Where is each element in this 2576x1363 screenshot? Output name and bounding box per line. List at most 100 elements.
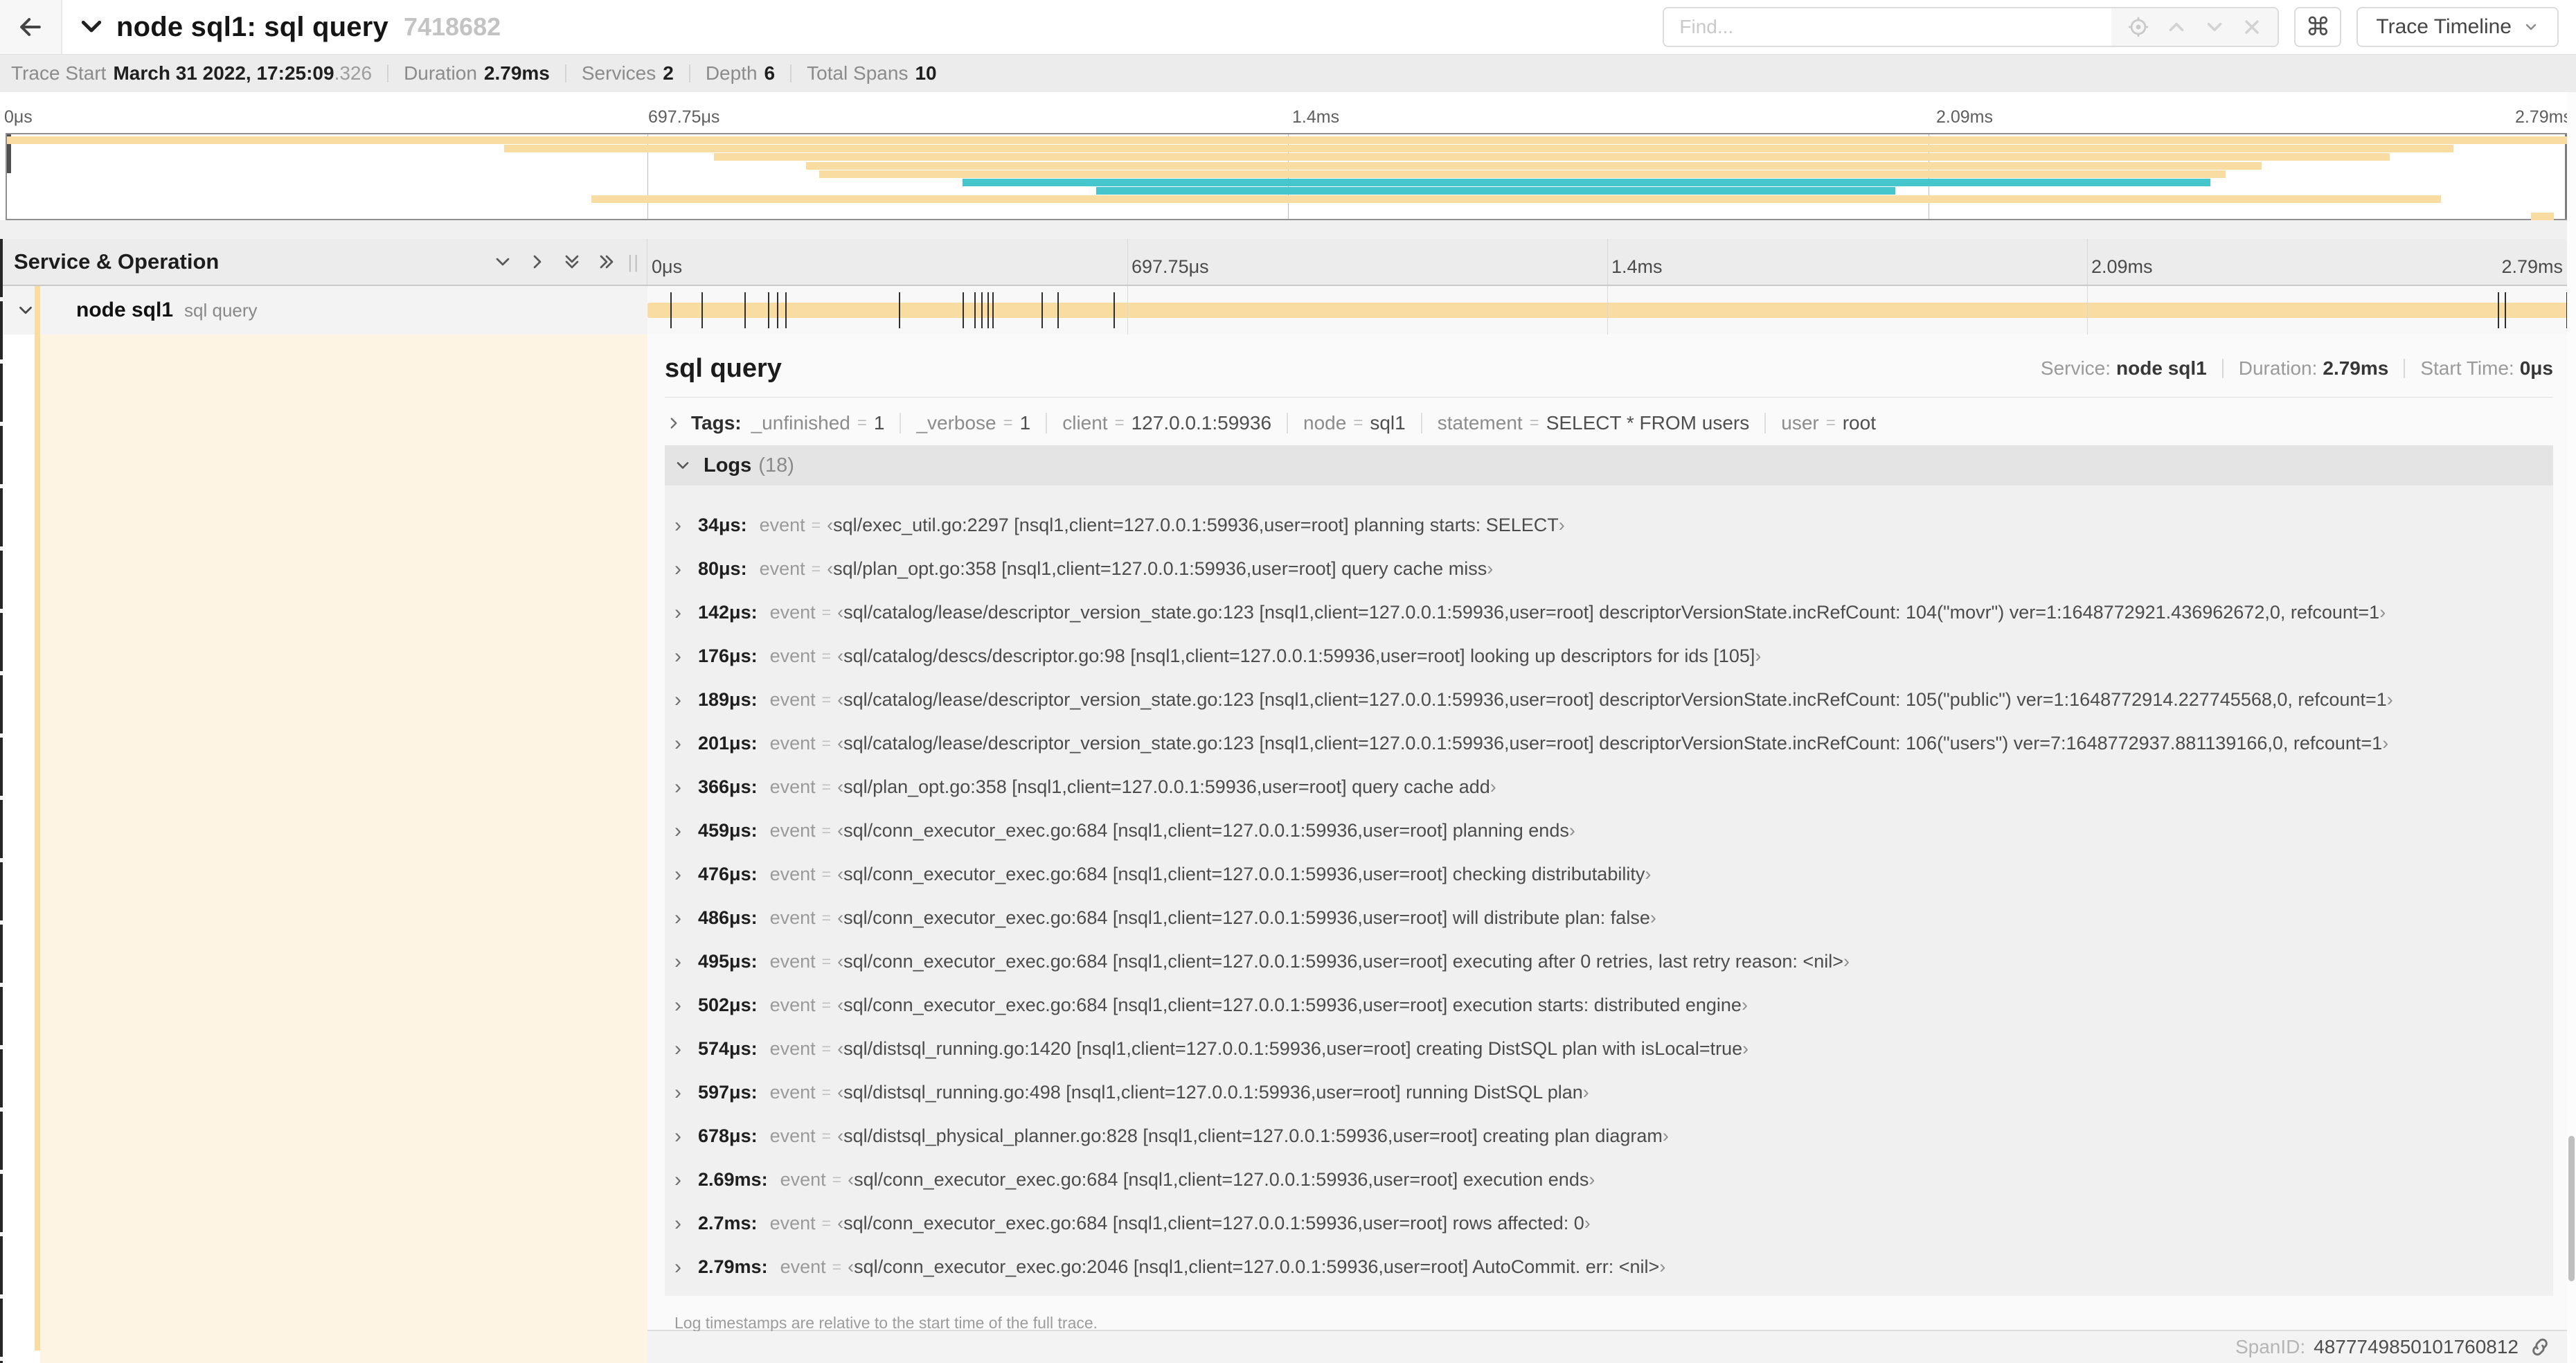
find-input[interactable] [1664,8,2112,46]
logs-count: (18) [758,454,794,476]
log-equals: = [811,560,821,578]
log-marker-tick [670,292,672,328]
chevron-right-icon[interactable]: › [674,1256,687,1279]
stat-divider [387,64,389,82]
trace-stat-value: 2 [663,62,674,84]
log-entry-row[interactable]: › 176μs: event = ‹sql/catalog/descs/descript… [665,634,2553,678]
trace-stat-value: 10 [915,62,937,84]
chevron-down-icon [2525,24,2537,30]
back-button[interactable] [0,0,62,54]
span-row-node-sql1[interactable]: node sql1 sql query [0,286,2576,335]
log-field-value: ‹sql/conn_executor_exec.go:684 [nsql1,cl… [837,907,1656,928]
logs-header[interactable]: Logs (18) [665,445,2553,485]
close-angle-quote: › [1568,820,1575,841]
scrollbar-thumb[interactable] [2568,1136,2575,1281]
time-tick-label: 1.4ms [1611,256,1663,277]
chevron-right-icon[interactable]: › [674,645,687,668]
log-entry-row[interactable]: › 476μs: event = ‹sql/conn_executor_exec.go:… [665,853,2553,896]
keyboard-shortcuts-button[interactable]: ⌘ [2294,7,2342,47]
log-entry-row[interactable]: › 189μs: event = ‹sql/catalog/lease/descript… [665,678,2553,722]
trace-title-chevron-icon[interactable] [78,13,105,41]
chevron-right-icon[interactable]: › [674,907,687,930]
chevron-right-icon[interactable]: › [674,950,687,974]
log-entry-row[interactable]: › 80μs: event = ‹sql/plan_opt.go:358 [nsql1,… [665,547,2553,591]
log-entry-row[interactable]: › 459μs: event = ‹sql/conn_executor_exec.go:… [665,809,2553,853]
open-angle-quote: ‹ [837,645,844,666]
log-entry-row[interactable]: › 574μs: event = ‹sql/distsql_running.go:142… [665,1027,2553,1071]
overview-value: node sql1 [2116,357,2207,379]
log-equals: = [821,1127,832,1145]
chevron-right-icon[interactable]: › [674,1168,687,1192]
prev-result-button[interactable] [2165,15,2188,39]
log-entry-row[interactable]: › 34μs: event = ‹sql/exec_util.go:2297 [nsql… [665,504,2553,547]
timeline-minimap[interactable] [6,133,2570,220]
log-entry-row[interactable]: › 2.7ms: event = ‹sql/conn_executor_exec.go:… [665,1202,2553,1245]
clear-search-button[interactable] [2241,16,2263,38]
chevron-right-icon[interactable]: › [674,819,687,843]
overview-label: Service: [2040,357,2111,379]
tags-accordian[interactable]: Tags: _unfinished = 1 _verbose = 1 client = 127.… [665,407,2553,440]
chevron-right-icon[interactable]: › [674,1037,687,1061]
log-marker-tick [1041,292,1044,328]
chevron-right-icon[interactable]: › [674,863,687,887]
span-operation-name: sql query [184,299,258,321]
span-id-bar: SpanID: 4877749850101760812 [647,1331,2567,1363]
span-row-label[interactable]: node sql1 sql query [0,286,647,335]
chevron-right-icon[interactable]: › [674,732,687,756]
service-operation-column-header: Service & Operation || [0,239,647,285]
tag-item[interactable]: node = sql1 [1303,412,1406,434]
chevron-right-icon[interactable]: › [674,601,687,625]
chevron-right-icon[interactable]: › [674,1081,687,1105]
log-entry-row[interactable]: › 597μs: event = ‹sql/distsql_running.go:498… [665,1071,2553,1114]
tag-item[interactable]: _verbose = 1 [916,412,1030,434]
collapse-one-icon[interactable] [492,251,514,273]
tag-item[interactable]: user = root [1781,412,1876,434]
locate-span-button[interactable] [2127,15,2150,39]
stat-divider [688,64,690,82]
tag-item[interactable]: _unfinished = 1 [751,412,885,434]
span-bar-lane[interactable] [647,286,2568,335]
expand-one-icon[interactable] [526,251,548,273]
log-entry-row[interactable]: › 2.79ms: event = ‹sql/conn_executor_exec.go… [665,1245,2553,1289]
next-result-button[interactable] [2203,15,2226,39]
stat-divider [790,64,792,82]
chevron-right-icon[interactable]: › [674,1125,687,1148]
chevron-right-icon [670,418,677,429]
log-entry-row[interactable]: › 502μs: event = ‹sql/conn_executor_exec.go:… [665,983,2553,1027]
log-entry-row[interactable]: › 486μs: event = ‹sql/conn_executor_exec.go:… [665,896,2553,940]
tag-equals: = [1353,413,1363,432]
log-equals: = [821,821,832,839]
log-timestamp: 486μs: [698,907,758,928]
deep-link-icon[interactable] [2528,1335,2552,1359]
open-angle-quote: ‹ [837,1213,844,1233]
log-timestamp: 597μs: [698,1082,758,1103]
log-entry-row[interactable]: › 142μs: event = ‹sql/catalog/lease/descript… [665,591,2553,634]
span-collapse-chevron-icon[interactable] [15,300,36,321]
log-entry-row[interactable]: › 201μs: event = ‹sql/catalog/lease/descript… [665,722,2553,765]
log-equals: = [821,865,832,883]
tag-key: _verbose [916,412,996,434]
chevron-right-icon[interactable]: › [674,1212,687,1236]
log-entry-row[interactable]: › 678μs: event = ‹sql/distsql_physical_plann… [665,1114,2553,1158]
minimap-span-bar [503,145,2454,153]
tag-item[interactable]: client = 127.0.0.1:59936 [1062,412,1271,434]
tags-label: Tags: [691,412,742,434]
chevron-right-icon[interactable]: › [674,514,687,537]
trace-stat-value: 6 [764,62,776,84]
column-resizer-grip[interactable]: || [627,251,640,273]
log-entry-row[interactable]: › 2.69ms: event = ‹sql/conn_executor_exec.go… [665,1158,2553,1202]
chevron-right-icon[interactable]: › [674,994,687,1017]
log-entry-row[interactable]: › 366μs: event = ‹sql/plan_opt.go:358 [nsql1… [665,765,2553,809]
expand-all-icon[interactable] [596,251,618,273]
log-entry-row[interactable]: › 495μs: event = ‹sql/conn_executor_exec.go:… [665,940,2553,983]
overview-value: 2.79ms [2323,357,2389,379]
tag-item[interactable]: statement = SELECT * FROM users [1438,412,1750,434]
close-angle-quote: › [1742,1038,1749,1059]
chevron-right-icon[interactable]: › [674,558,687,581]
chevron-right-icon[interactable]: › [674,688,687,712]
collapse-all-icon[interactable] [561,251,583,273]
tag-key: node [1303,412,1347,434]
log-equals: = [821,603,832,621]
view-selector-button[interactable]: Trace Timeline [2356,7,2559,47]
chevron-right-icon[interactable]: › [674,776,687,799]
